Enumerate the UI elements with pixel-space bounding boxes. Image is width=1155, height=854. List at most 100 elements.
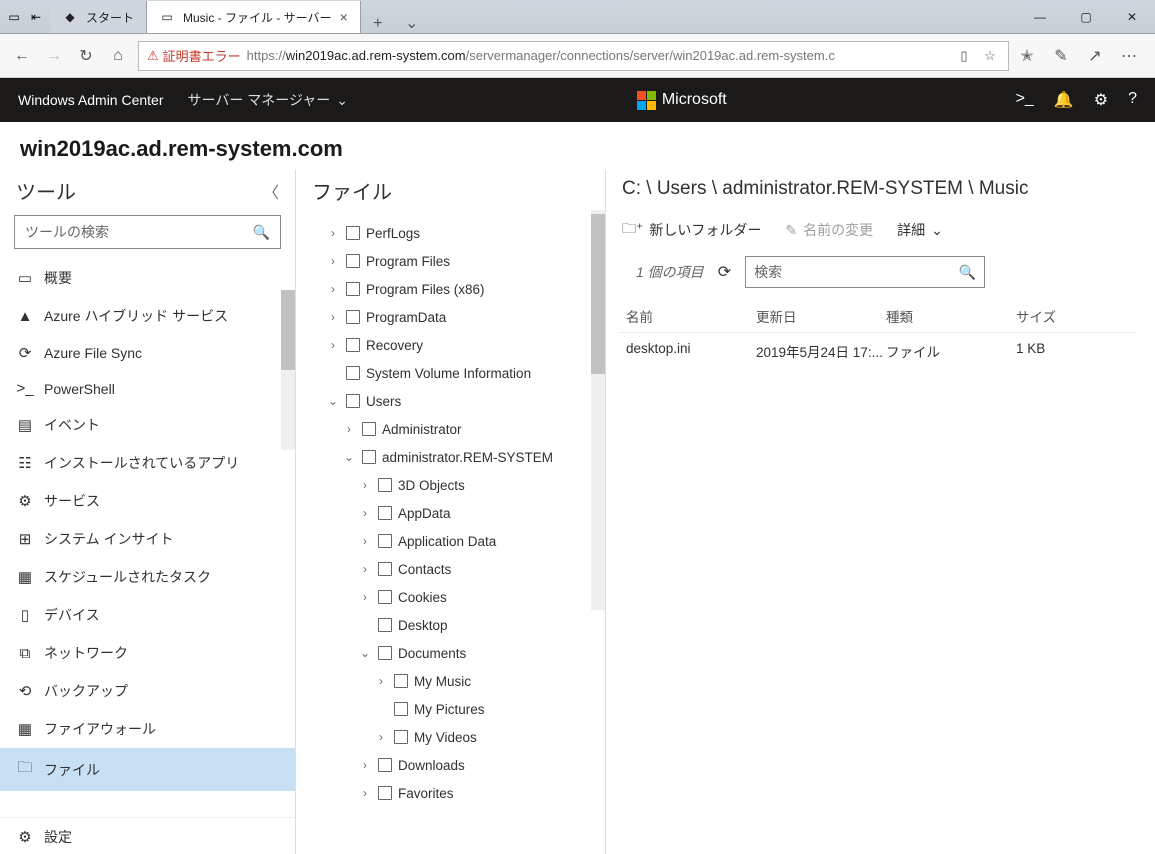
browser-tab-start[interactable]: ◆ スタート (50, 1, 147, 33)
notifications-icon[interactable]: 🔔 (1054, 90, 1074, 110)
expand-icon[interactable]: › (342, 422, 356, 436)
sidebar-item[interactable]: ▯デバイス (0, 596, 295, 634)
tab-actions-icon-2[interactable]: ⇤ (28, 9, 44, 25)
tab-overflow-icon[interactable]: ⌄ (395, 13, 429, 33)
tree-node[interactable]: ⌄Documents (296, 639, 605, 667)
tree-node[interactable]: ⌄Users (296, 387, 605, 415)
expand-icon[interactable]: › (358, 478, 372, 492)
sidebar-item-settings[interactable]: ⚙ 設定 (0, 818, 295, 854)
expand-icon[interactable]: › (358, 534, 372, 548)
share-icon[interactable]: ↗ (1085, 46, 1105, 66)
expand-icon[interactable]: › (374, 674, 388, 688)
sidebar-item[interactable]: ⚙サービス (0, 482, 295, 520)
sidebar-item[interactable]: ▦スケジュールされたタスク (0, 558, 295, 596)
expand-icon[interactable]: › (358, 590, 372, 604)
col-name[interactable]: 名前 (626, 306, 756, 326)
sidebar-item[interactable]: ☷インストールされているアプリ (0, 444, 295, 482)
tree-node[interactable]: ›Favorites (296, 779, 605, 807)
tree-node[interactable]: ›Recovery (296, 331, 605, 359)
help-icon[interactable]: ? (1128, 90, 1137, 110)
tool-icon: >_ (16, 380, 34, 397)
tree-node[interactable]: System Volume Information (296, 359, 605, 387)
expand-icon[interactable]: › (326, 338, 340, 352)
expand-icon[interactable]: › (358, 506, 372, 520)
tree-node[interactable]: My Pictures (296, 695, 605, 723)
table-row[interactable]: desktop.ini2019年5月24日 17:...ファイル1 KB (618, 333, 1137, 369)
back-button[interactable]: ← (10, 44, 34, 68)
favorite-icon[interactable]: ☆ (980, 48, 1000, 64)
tree-node[interactable]: ›Contacts (296, 555, 605, 583)
file-tree-title: ファイル (296, 170, 605, 215)
browser-tab-active[interactable]: ▭ Music - ファイル - サーバー × (147, 1, 361, 33)
tree-node[interactable]: ›AppData (296, 499, 605, 527)
sidebar-item[interactable]: ▦ファイアウォール (0, 710, 295, 748)
expand-icon[interactable]: › (374, 730, 388, 744)
tree-node[interactable]: Desktop (296, 611, 605, 639)
expand-icon[interactable]: › (326, 282, 340, 296)
expand-icon[interactable]: › (326, 310, 340, 324)
minimize-button[interactable]: — (1017, 0, 1063, 33)
refresh-icon[interactable]: ⟳ (718, 262, 731, 282)
maximize-button[interactable]: ▢ (1063, 0, 1109, 33)
tree-node[interactable]: ›Application Data (296, 527, 605, 555)
expand-icon[interactable]: › (358, 758, 372, 772)
new-tab-button[interactable]: + (361, 15, 395, 33)
tree-node[interactable]: ›Program Files (x86) (296, 275, 605, 303)
cert-error-badge[interactable]: ⚠ 証明書エラー (147, 46, 241, 65)
scrollbar[interactable] (281, 290, 295, 450)
tree-node-label: My Pictures (414, 702, 485, 717)
col-size[interactable]: サイズ (1016, 306, 1096, 326)
col-type[interactable]: 種類 (886, 306, 1016, 326)
sidebar-item[interactable]: ⧉ネットワーク (0, 634, 295, 672)
sidebar-item[interactable]: ⊞システム インサイト (0, 520, 295, 558)
expand-icon[interactable]: ⌄ (342, 450, 356, 464)
tree-node[interactable]: ›Downloads (296, 751, 605, 779)
expand-icon[interactable]: ⌄ (358, 646, 372, 660)
expand-icon[interactable]: › (326, 254, 340, 268)
settings-icon[interactable]: ⚙ (1094, 90, 1108, 110)
tree-node[interactable]: ⌄administrator.REM-SYSTEM (296, 443, 605, 471)
address-bar[interactable]: ⚠ 証明書エラー https://win2019ac.ad.rem-system… (138, 41, 1009, 71)
tree-node[interactable]: ›ProgramData (296, 303, 605, 331)
home-button[interactable]: ⌂ (106, 44, 130, 68)
reading-view-icon[interactable]: ▯ (954, 48, 974, 64)
folder-icon (346, 226, 360, 240)
new-folder-button[interactable]: 🗀⁺ 新しいフォルダー (622, 218, 761, 242)
close-window-button[interactable]: ✕ (1109, 0, 1155, 33)
favorites-bar-icon[interactable]: ✭ (1017, 46, 1037, 66)
wac-brand[interactable]: Windows Admin Center (18, 92, 164, 108)
tree-node[interactable]: ›PerfLogs (296, 219, 605, 247)
expand-icon[interactable]: › (358, 562, 372, 576)
tree-node[interactable]: ›Administrator (296, 415, 605, 443)
tree-node[interactable]: ›Cookies (296, 583, 605, 611)
expand-icon[interactable]: ⌄ (326, 394, 340, 408)
sidebar-item[interactable]: >_PowerShell (0, 371, 295, 406)
tools-search[interactable]: ツールの検索 🔍 (14, 215, 281, 249)
file-search[interactable]: 検索 🔍 (745, 256, 985, 288)
expand-icon[interactable]: › (326, 226, 340, 240)
notes-icon[interactable]: ✎ (1051, 46, 1071, 66)
sidebar-item[interactable]: ▭概要 (0, 259, 295, 297)
sidebar-item[interactable]: ⟳Azure File Sync (0, 335, 295, 371)
tree-node[interactable]: ›3D Objects (296, 471, 605, 499)
forward-button[interactable]: → (42, 44, 66, 68)
details-menu[interactable]: 詳細 ⌄ (897, 220, 943, 240)
more-icon[interactable]: ⋯ (1119, 46, 1139, 66)
collapse-icon[interactable]: 〈 (263, 179, 279, 203)
scrollbar[interactable] (591, 210, 605, 610)
console-icon[interactable]: >_ (1016, 90, 1034, 110)
wac-breadcrumb[interactable]: サーバー マネージャー⌄ (188, 90, 349, 110)
tree-node[interactable]: ›My Videos (296, 723, 605, 751)
tab-actions-icon[interactable]: ▭ (6, 9, 22, 25)
expand-icon[interactable]: › (358, 786, 372, 800)
sidebar-item[interactable]: ⟲バックアップ (0, 672, 295, 710)
sidebar-item[interactable]: 🗀ファイル (0, 748, 295, 791)
sidebar-item[interactable]: ▤イベント (0, 406, 295, 444)
tree-node[interactable]: ›My Music (296, 667, 605, 695)
search-icon: 🔍 (253, 224, 270, 241)
sidebar-item[interactable]: ▲Azure ハイブリッド サービス (0, 297, 295, 335)
tree-node[interactable]: ›Program Files (296, 247, 605, 275)
refresh-button[interactable]: ↻ (74, 44, 98, 68)
col-date[interactable]: 更新日 (756, 306, 886, 326)
close-tab-icon[interactable]: × (340, 9, 348, 25)
